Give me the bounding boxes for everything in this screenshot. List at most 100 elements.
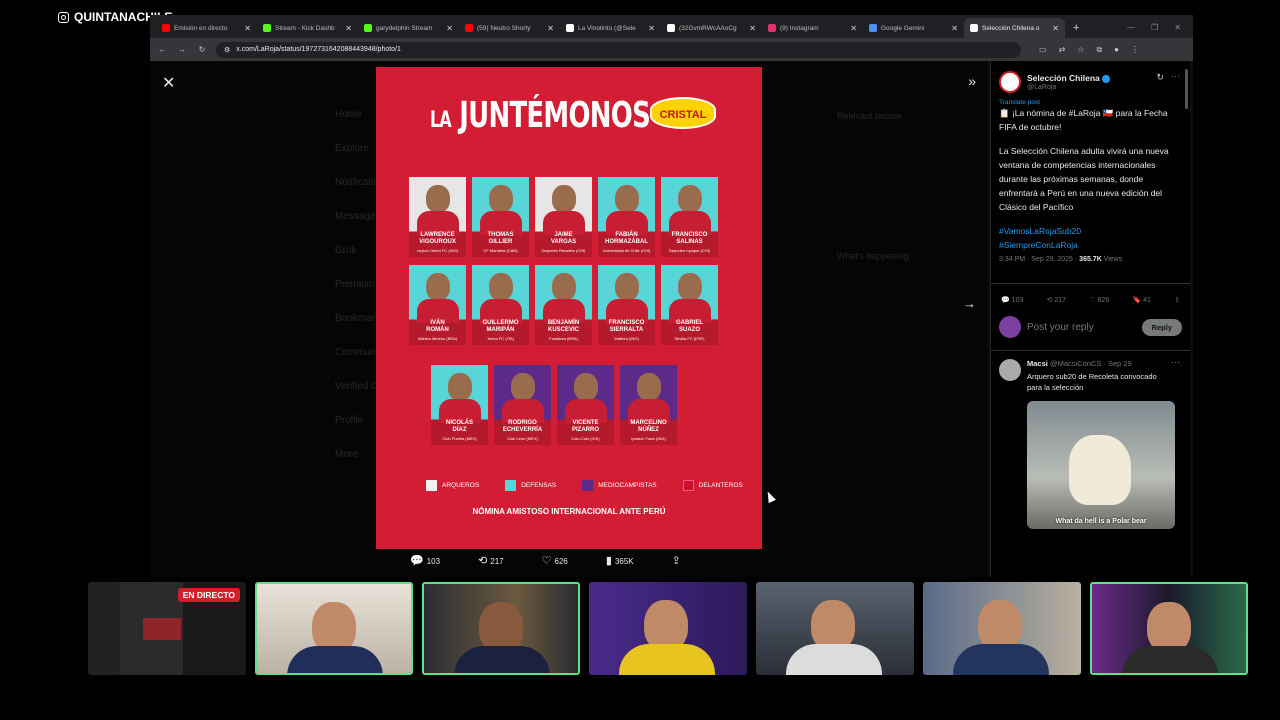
verified-badge-icon <box>1101 74 1110 83</box>
grok-icon[interactable]: ↻ <box>1156 72 1164 83</box>
player-card: THOMAS GILLIER CF Montréal (CAN) <box>472 177 529 257</box>
more-options-icon[interactable]: ··· <box>1171 71 1180 81</box>
player-name: VICENTE PIZARRO <box>572 420 599 433</box>
webcam-feed <box>756 582 914 675</box>
tab-close-icon[interactable]: ✕ <box>244 24 251 33</box>
like-action[interactable]: ♡ 626 <box>542 554 568 567</box>
share-action[interactable]: ⇪ <box>672 554 684 567</box>
position-legend: ARQUEROS DEFENSAS MEDIOCAMPISTAS DELANTEROS <box>426 480 743 491</box>
poster-title-text: JUNTÉMONOS <box>459 95 651 136</box>
bookmark-star-icon[interactable]: ☆ <box>1077 45 1084 55</box>
translate-icon[interactable]: ⇄ <box>1059 45 1066 55</box>
browser-tab[interactable]: Emisión en directo ✕ <box>156 18 257 38</box>
site-info-icon[interactable]: ⚙ <box>224 46 230 54</box>
close-window-icon[interactable]: ✕ <box>1174 23 1181 32</box>
tweet-bookmark-button[interactable]: 🔖 41 <box>1132 296 1150 304</box>
player-name: FRANCISCO SALINAS <box>671 232 708 245</box>
live-badge: EN DIRECTO <box>177 588 240 602</box>
author-handle[interactable]: @LaRoja <box>1027 84 1056 91</box>
tab-close-icon[interactable]: ✕ <box>850 24 857 33</box>
menu-icon[interactable]: ⋮ <box>1131 45 1139 55</box>
tweet-like-count: 626 <box>1097 297 1110 304</box>
tab-title: Stream - Kick Dashb <box>275 24 335 32</box>
scrollbar-thumb[interactable] <box>1185 69 1188 109</box>
browser-tab[interactable]: (59) Neutro Shorty ✕ <box>459 18 560 38</box>
views-action[interactable]: ▮ 365K <box>606 554 634 567</box>
legend-label: DEFENSAS <box>521 482 557 489</box>
collapse-sidebar-icon[interactable]: » <box>968 73 976 89</box>
address-bar[interactable]: ⚙ x.com/LaRoja/status/197273164208844394… <box>216 41 1021 58</box>
browser-tab[interactable]: Selección Chilena o ✕ <box>964 18 1065 38</box>
player-club: Sevilla FC (ESP) <box>674 336 705 341</box>
hashtag-link[interactable]: #VamosLaRojaSub20 <box>999 226 1081 236</box>
tweet-share-button[interactable]: ⇪ <box>1174 296 1180 304</box>
player-club: Watford (ING) <box>614 336 639 341</box>
player-name: NICOLÁS DÍAZ <box>446 420 473 433</box>
author-avatar[interactable] <box>999 71 1021 93</box>
legend-label: ARQUEROS <box>442 482 480 489</box>
browser-tab[interactable]: La Vinotinto (@Sele ✕ <box>560 18 661 38</box>
tab-favicon-icon <box>364 24 372 32</box>
player-name: RODRIGO ECHEVERRÍA <box>502 420 543 433</box>
tab-close-icon[interactable]: ✕ <box>648 24 655 33</box>
cast-icon[interactable]: ▭ <box>1039 45 1047 55</box>
bg-nav-item: Explore <box>335 143 369 154</box>
tab-close-icon[interactable]: ✕ <box>749 24 756 33</box>
extensions-icon[interactable]: ⧉ <box>1096 45 1102 55</box>
tab-close-icon[interactable]: ✕ <box>547 24 554 33</box>
reply-image[interactable]: What da hell is a Polar bear <box>1027 401 1175 529</box>
translate-post-link[interactable]: Translate post <box>991 95 1190 106</box>
close-viewer-button[interactable]: ✕ <box>162 73 175 93</box>
media-action-bar: 💬 103 ⟲ 217 ♡ 626 ▮ 365K ⇪ <box>410 554 684 567</box>
forward-icon[interactable]: → <box>176 45 188 54</box>
repost-action[interactable]: ⟲ 217 <box>478 554 504 567</box>
tab-favicon-icon <box>162 24 170 32</box>
tab-close-icon[interactable]: ✕ <box>951 24 958 33</box>
profile-icon[interactable]: ● <box>1114 45 1119 55</box>
reply-author[interactable]: Macsi <box>1027 359 1048 368</box>
maximize-icon[interactable]: ❐ <box>1151 23 1158 32</box>
tweet-repost-count: 217 <box>1054 297 1067 304</box>
reply-input[interactable]: Post your reply <box>1027 322 1136 333</box>
player-photo <box>637 373 661 401</box>
bg-right-heading: What's happening <box>837 251 909 261</box>
author-name-row[interactable]: Selección Chilena <box>1027 73 1110 83</box>
new-tab-button[interactable]: + <box>1065 18 1087 38</box>
tab-title: Google Gemini <box>881 24 925 32</box>
tab-favicon-icon <box>869 24 877 32</box>
reply-composer: Post your reply Reply <box>991 304 1190 351</box>
reload-icon[interactable]: ↻ <box>196 45 208 54</box>
reply-author-avatar[interactable] <box>999 359 1021 381</box>
tweet-time: 3:34 PM · Sep 29, 2025 · <box>999 256 1080 263</box>
browser-tab[interactable]: garydelphin Stream ✕ <box>358 18 459 38</box>
tab-close-icon[interactable]: ✕ <box>345 24 352 33</box>
reply-post[interactable]: Macsi @MacsiConCS · Sep 29 ··· Arquero s… <box>991 351 1190 531</box>
player-photo <box>678 273 702 301</box>
next-image-icon[interactable]: → <box>963 296 976 311</box>
tweet-repost-button[interactable]: ⟲ 217 <box>1047 296 1067 304</box>
browser-tab[interactable]: Google Gemini ✕ <box>863 18 964 38</box>
tab-favicon-icon <box>566 24 574 32</box>
tab-close-icon[interactable]: ✕ <box>446 24 453 33</box>
minimize-icon[interactable]: — <box>1127 23 1135 32</box>
player-club: Fortaleza (BRA) <box>549 336 578 341</box>
webcam-feed <box>255 582 413 675</box>
tweet-like-button[interactable]: ♡ 626 <box>1089 296 1109 304</box>
webcam-strip: EN DIRECTO <box>88 582 1248 675</box>
player-name: JAIME VARGAS <box>550 232 577 245</box>
screen-share-thumbnail: EN DIRECTO <box>88 582 246 675</box>
back-icon[interactable]: ← <box>156 45 168 54</box>
browser-tab[interactable]: (32GvmRWcAAoCg ✕ <box>661 18 762 38</box>
player-club: Atlético Mineiro (BRA) <box>417 336 458 341</box>
tweet-reply-button[interactable]: 💬 103 <box>1001 296 1023 304</box>
browser-tab[interactable]: (9) Instagram ✕ <box>762 18 863 38</box>
tab-close-icon[interactable]: ✕ <box>1052 24 1059 33</box>
player-club: Club León (MEX) <box>507 436 538 441</box>
browser-tab[interactable]: Stream - Kick Dashb ✕ <box>257 18 358 38</box>
bg-nav-item: Home <box>335 109 362 120</box>
reply-author-row: Macsi @MacsiConCS · Sep 29 <box>1027 359 1132 368</box>
hashtag-link[interactable]: #SiempreConLaRoja <box>999 240 1078 250</box>
reply-more-icon[interactable]: ··· <box>1171 357 1180 367</box>
reply-action[interactable]: 💬 103 <box>410 554 440 567</box>
reply-button[interactable]: Reply <box>1141 318 1182 336</box>
